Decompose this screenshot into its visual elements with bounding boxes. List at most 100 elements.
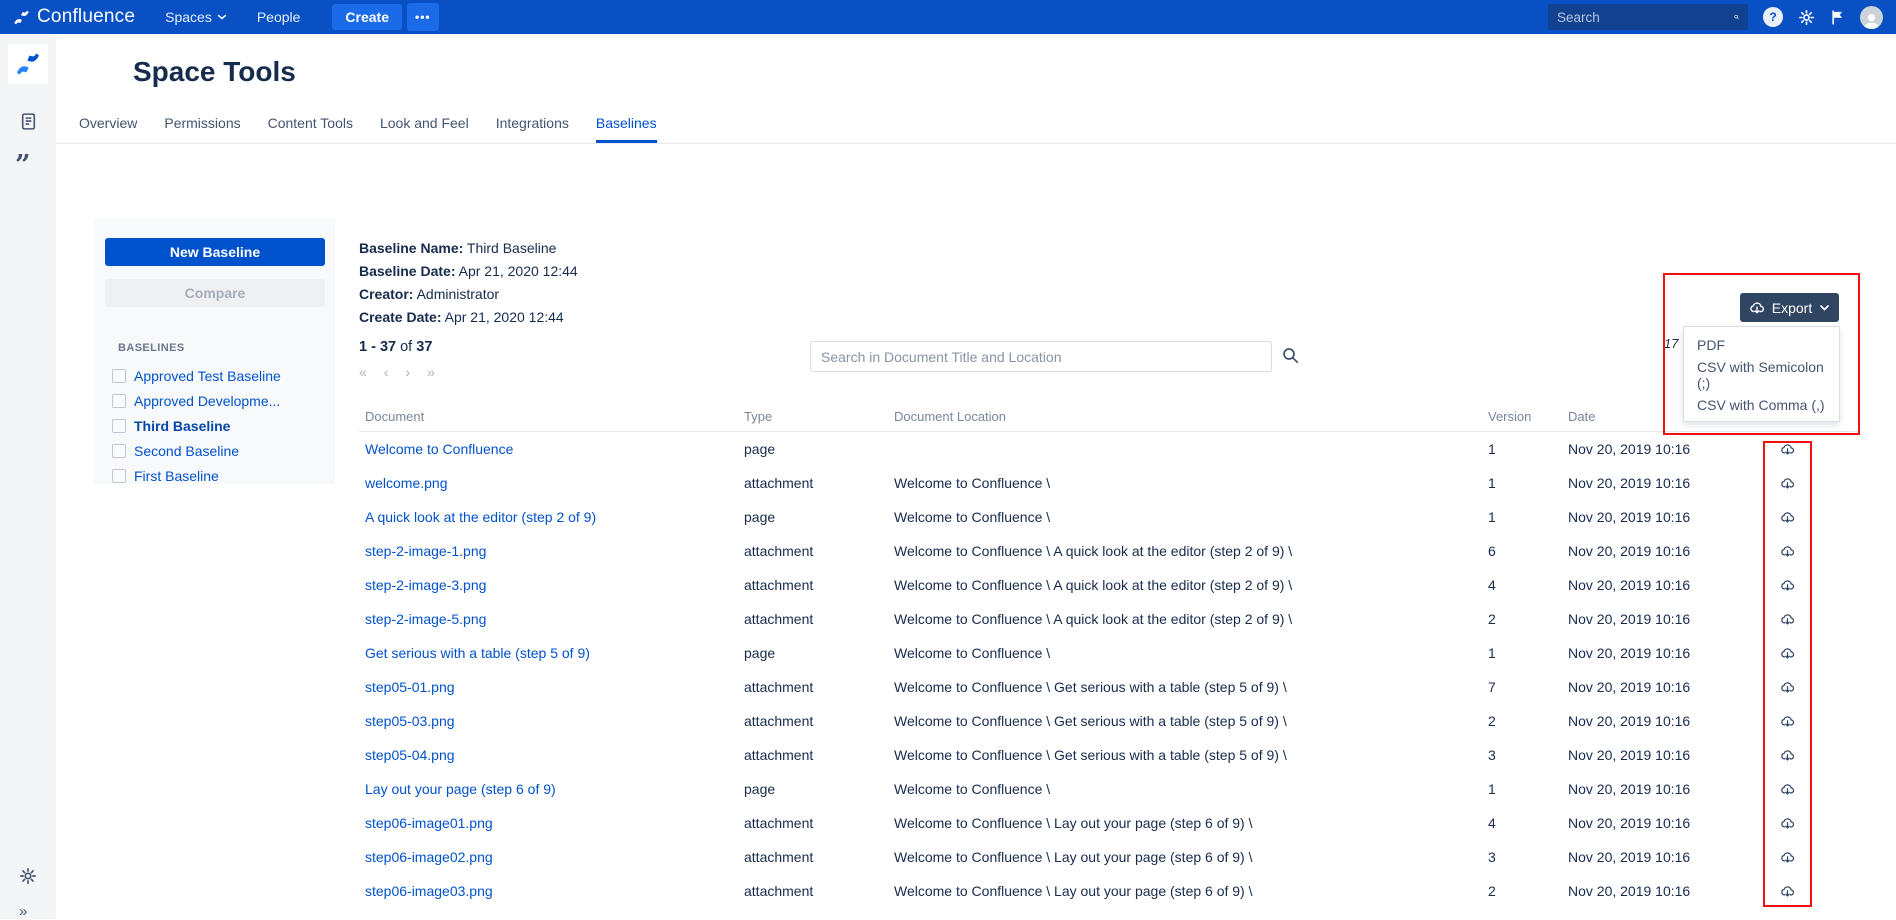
export-menu-item[interactable]: CSV with Comma (,): [1684, 390, 1839, 420]
document-link[interactable]: step06-image02.png: [365, 849, 493, 865]
baseline-checkbox[interactable]: [112, 444, 126, 458]
version-cell: 7: [1482, 679, 1562, 695]
create-button[interactable]: Create: [332, 4, 402, 30]
pagination-arrow[interactable]: ‹: [384, 364, 389, 380]
type-cell: attachment: [738, 849, 888, 865]
document-link[interactable]: Lay out your page (step 6 of 9): [365, 781, 556, 797]
type-cell: page: [738, 509, 888, 525]
version-cell: 1: [1482, 781, 1562, 797]
type-cell: attachment: [738, 747, 888, 763]
table-header-cell[interactable]: Type: [738, 409, 888, 424]
search-icon[interactable]: [1734, 10, 1739, 24]
nav-item-spaces[interactable]: Spaces: [165, 9, 227, 25]
document-link[interactable]: A quick look at the editor (step 2 of 9): [365, 509, 596, 525]
baseline-list-item: First Baseline: [94, 463, 335, 488]
cloud-download-icon[interactable]: [1780, 612, 1795, 627]
tab[interactable]: Baselines: [596, 108, 657, 143]
space-logo[interactable]: [8, 44, 48, 84]
baseline-list-item: Third Baseline: [94, 413, 335, 438]
baseline-list-item: Second Baseline: [94, 438, 335, 463]
space-settings-gear-icon[interactable]: [19, 867, 37, 890]
document-search-icon[interactable]: [1282, 347, 1299, 369]
announcement-flag-icon[interactable]: [1830, 10, 1845, 25]
date-cell: Nov 20, 2019 10:16: [1562, 509, 1757, 525]
cloud-download-icon[interactable]: [1780, 680, 1795, 695]
global-search[interactable]: [1548, 4, 1748, 30]
table-row: A quick look at the editor (step 2 of 9)…: [359, 500, 1860, 534]
document-link[interactable]: welcome.png: [365, 475, 448, 491]
pagination-arrow[interactable]: ›: [405, 364, 410, 380]
date-cell: Nov 20, 2019 10:16: [1562, 747, 1757, 763]
help-icon[interactable]: ?: [1763, 7, 1783, 27]
cloud-download-icon[interactable]: [1780, 442, 1795, 457]
document-link[interactable]: step06-image01.png: [365, 815, 493, 831]
new-baseline-button[interactable]: New Baseline: [105, 238, 325, 266]
baseline-checkbox[interactable]: [112, 394, 126, 408]
baselines-panel: New Baseline Compare BASELINES Approved …: [94, 218, 335, 484]
cloud-download-icon[interactable]: [1780, 510, 1795, 525]
export-button[interactable]: Export: [1740, 293, 1839, 322]
export-menu-item[interactable]: CSV with Semicolon (;): [1684, 360, 1839, 390]
table-row: Get serious with a table (step 5 of 9) p…: [359, 636, 1860, 670]
pages-icon[interactable]: [19, 112, 38, 136]
quotes-icon[interactable]: ”: [15, 150, 31, 181]
pagination-arrow[interactable]: »: [427, 364, 435, 380]
table-row: step-2-image-1.png attachment Welcome to…: [359, 534, 1860, 568]
more-button[interactable]: •••: [407, 3, 439, 31]
baseline-checkbox[interactable]: [112, 419, 126, 433]
date-cell: Nov 20, 2019 10:16: [1562, 781, 1757, 797]
table-row: step06-image02.png attachment Welcome to…: [359, 840, 1860, 874]
table-row: step06-image03.png attachment Welcome to…: [359, 874, 1860, 908]
document-link[interactable]: step05-04.png: [365, 747, 455, 763]
cloud-download-icon[interactable]: [1780, 646, 1795, 661]
expand-sidebar-icon[interactable]: »: [19, 903, 27, 920]
pagination-arrow[interactable]: «: [359, 364, 367, 380]
baseline-checkbox[interactable]: [112, 369, 126, 383]
location-cell: Welcome to Confluence \: [888, 781, 1482, 797]
tab[interactable]: Content Tools: [268, 108, 353, 143]
baseline-link[interactable]: Approved Test Baseline: [134, 368, 281, 384]
version-cell: 1: [1482, 645, 1562, 661]
table-header-cell[interactable]: Document Location: [888, 409, 1482, 424]
date-cell: Nov 20, 2019 10:16: [1562, 611, 1757, 627]
chevron-down-icon: [1819, 304, 1830, 312]
cloud-download-icon[interactable]: [1780, 884, 1795, 899]
cloud-download-icon[interactable]: [1780, 748, 1795, 763]
baseline-link[interactable]: Approved Developme...: [134, 393, 280, 409]
tab[interactable]: Integrations: [496, 108, 569, 143]
document-link[interactable]: Welcome to Confluence: [365, 441, 513, 457]
tab[interactable]: Look and Feel: [380, 108, 469, 143]
baseline-link[interactable]: First Baseline: [134, 468, 219, 484]
baseline-checkbox[interactable]: [112, 469, 126, 483]
baseline-detail-line: Create Date: Apr 21, 2020 12:44: [359, 306, 578, 329]
cloud-download-icon[interactable]: [1780, 544, 1795, 559]
left-rail: ” »: [0, 34, 56, 919]
document-link[interactable]: step05-03.png: [365, 713, 455, 729]
cloud-download-icon[interactable]: [1780, 578, 1795, 593]
nav-item-people[interactable]: People: [257, 9, 301, 25]
document-search-input[interactable]: [810, 341, 1272, 372]
global-search-input[interactable]: [1557, 10, 1734, 25]
table-header-cell[interactable]: Version: [1482, 409, 1562, 424]
cloud-download-icon[interactable]: [1780, 476, 1795, 491]
confluence-logo[interactable]: Confluence: [13, 6, 135, 28]
cloud-download-icon[interactable]: [1780, 714, 1795, 729]
document-link[interactable]: step05-01.png: [365, 679, 455, 695]
export-menu-item[interactable]: PDF: [1684, 330, 1839, 360]
avatar[interactable]: [1860, 6, 1883, 29]
document-link[interactable]: Get serious with a table (step 5 of 9): [365, 645, 590, 661]
table-header-cell[interactable]: Document: [359, 409, 738, 424]
document-link[interactable]: step-2-image-5.png: [365, 611, 486, 627]
main-content: Space Tools Overview Permissions Content…: [56, 34, 1896, 919]
document-link[interactable]: step-2-image-3.png: [365, 577, 486, 593]
baseline-link[interactable]: Second Baseline: [134, 443, 239, 459]
tab[interactable]: Permissions: [164, 108, 240, 143]
document-link[interactable]: step-2-image-1.png: [365, 543, 486, 559]
document-link[interactable]: step06-image03.png: [365, 883, 493, 899]
tab[interactable]: Overview: [79, 108, 137, 143]
gear-icon[interactable]: [1798, 9, 1815, 26]
cloud-download-icon[interactable]: [1780, 782, 1795, 797]
cloud-download-icon[interactable]: [1780, 816, 1795, 831]
cloud-download-icon[interactable]: [1780, 850, 1795, 865]
baseline-link[interactable]: Third Baseline: [134, 418, 230, 434]
